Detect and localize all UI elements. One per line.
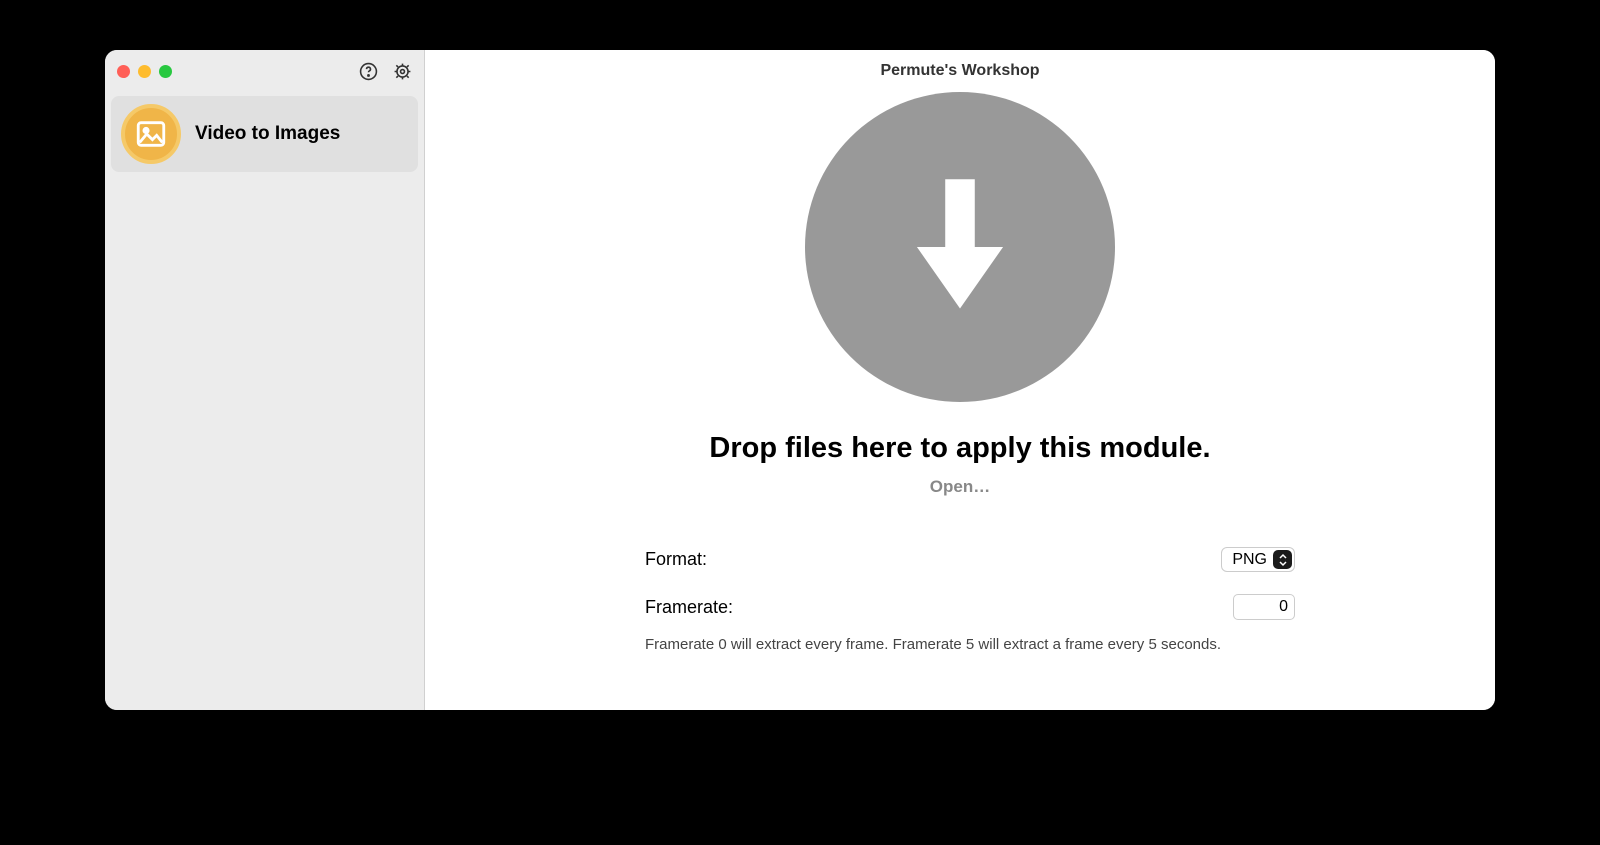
format-label: Format: (645, 549, 707, 570)
sidebar-item-label: Video to Images (195, 123, 340, 145)
main-content: Permute's Workshop Drop files here to ap… (425, 50, 1495, 710)
sidebar: Video to Images (105, 50, 425, 710)
open-button[interactable]: Open… (930, 477, 990, 497)
format-value: PNG (1232, 551, 1267, 569)
image-icon (121, 104, 181, 164)
gear-icon[interactable] (392, 61, 412, 81)
dropzone-title: Drop files here to apply this module. (709, 432, 1210, 465)
chevron-updown-icon (1273, 550, 1292, 569)
format-row: Format: PNG (645, 547, 1295, 572)
framerate-input[interactable] (1233, 594, 1295, 620)
format-select[interactable]: PNG (1221, 547, 1295, 572)
sidebar-header (105, 50, 424, 92)
framerate-row: Framerate: (645, 594, 1295, 620)
sidebar-item-video-to-images[interactable]: Video to Images (111, 96, 418, 172)
dropzone[interactable]: Drop files here to apply this module. Op… (425, 92, 1495, 497)
options-panel: Format: PNG Framerate: Framerate 0 will … (425, 497, 1495, 653)
framerate-help-text: Framerate 0 will extract every frame. Fr… (645, 636, 1295, 653)
drop-arrow-icon (805, 92, 1115, 402)
minimize-button[interactable] (138, 65, 151, 78)
help-icon[interactable] (358, 61, 378, 81)
titlebar: Permute's Workshop (425, 50, 1495, 92)
app-window: Video to Images Permute's Workshop Drop … (105, 50, 1495, 710)
maximize-button[interactable] (159, 65, 172, 78)
close-button[interactable] (117, 65, 130, 78)
framerate-label: Framerate: (645, 597, 733, 618)
traffic-lights (117, 65, 172, 78)
window-title: Permute's Workshop (880, 62, 1039, 80)
header-icons (358, 61, 412, 81)
